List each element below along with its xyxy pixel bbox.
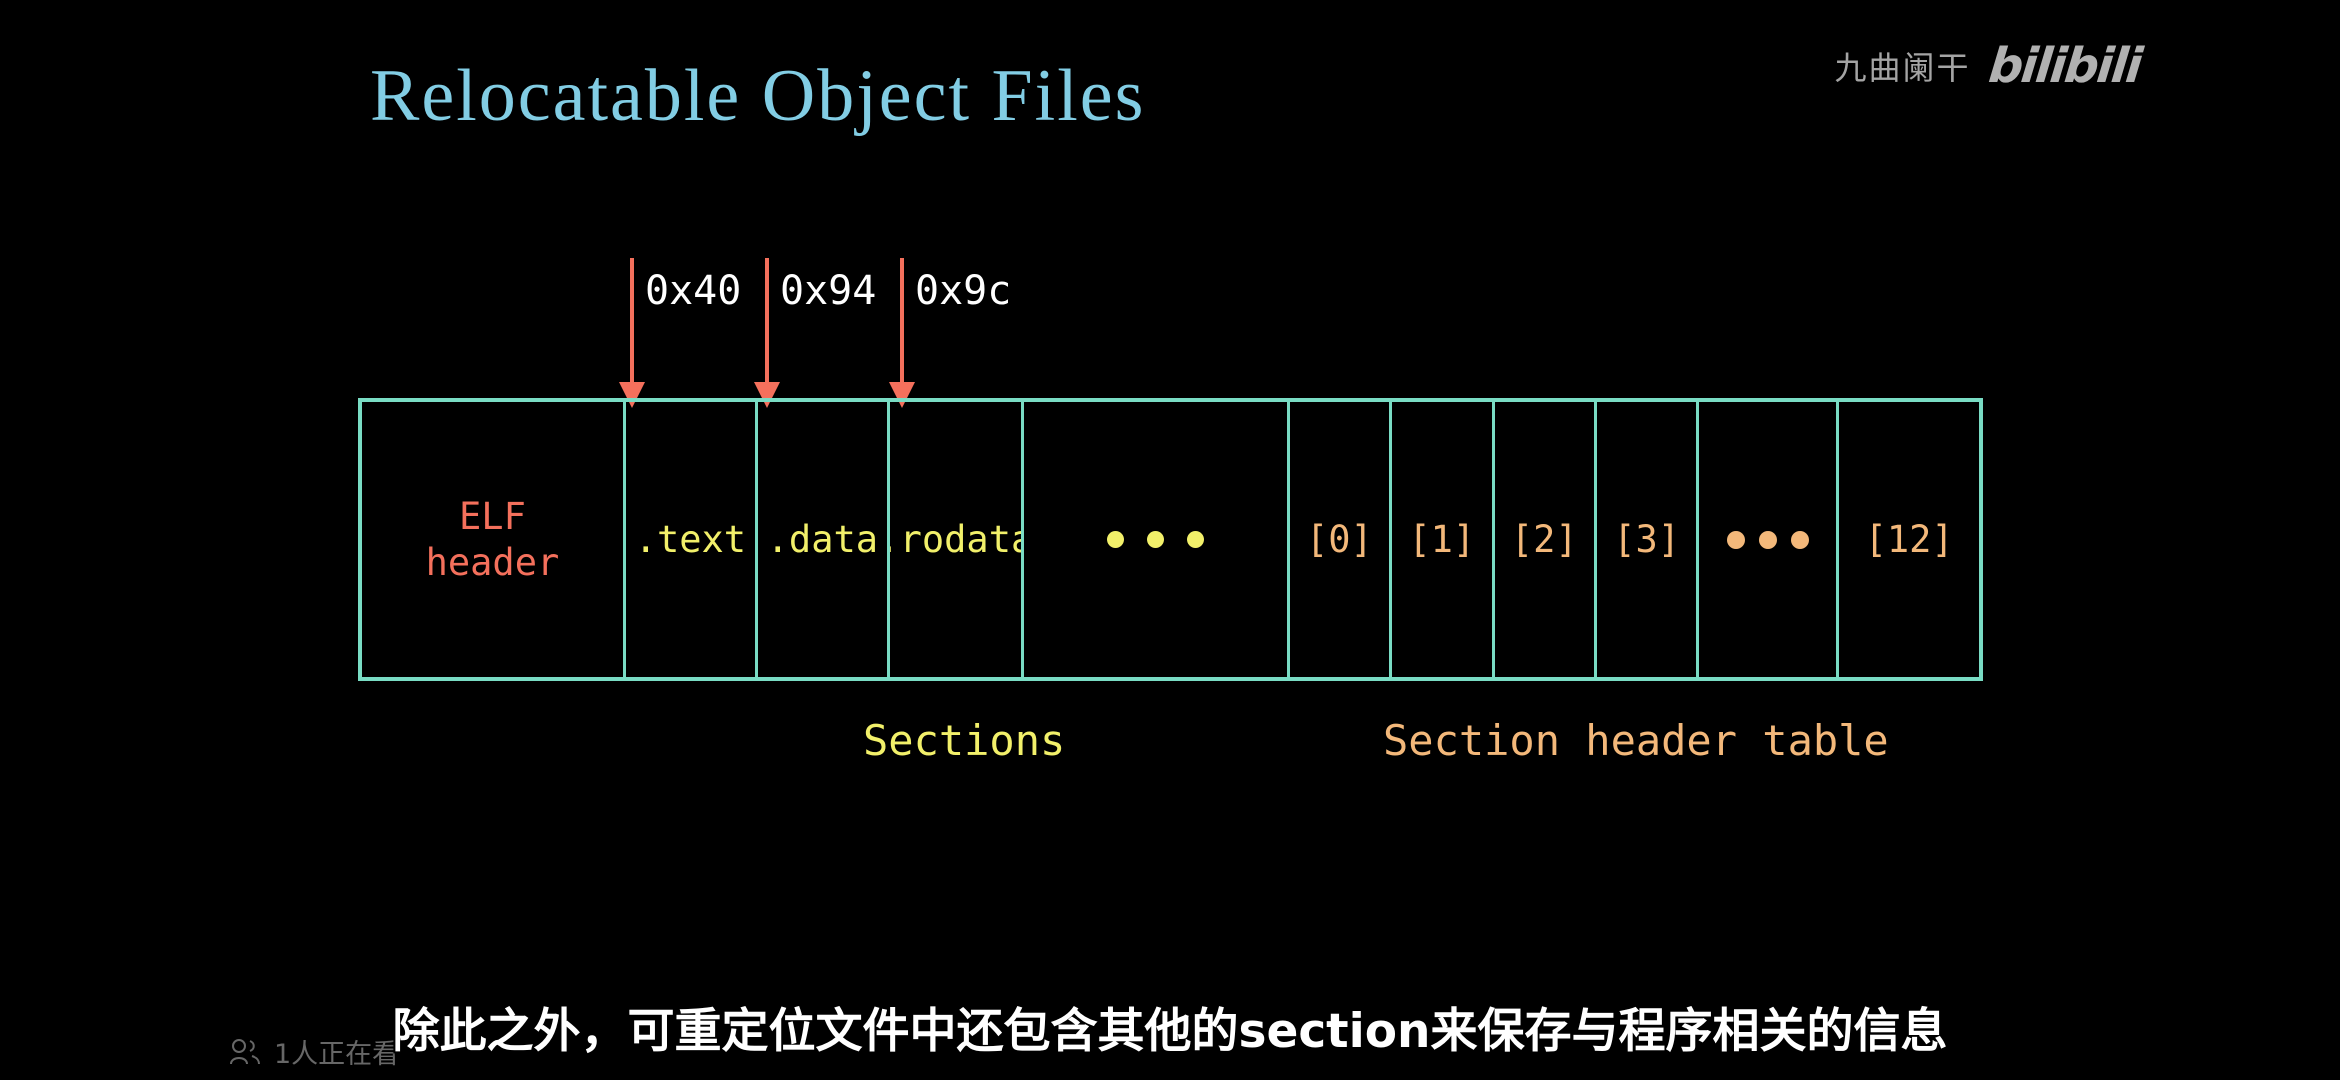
arrow-shaft [900,258,904,386]
section-label-text: .text [634,517,747,561]
offset-label-2: 0x9c [915,268,1012,314]
section-label-rodata: .rodata [890,517,1021,561]
cell-shtable-entry-12: [12] [1839,402,1979,677]
shtable-label-3: [3] [1613,517,1681,561]
shtable-label-2: [2] [1510,517,1578,561]
cell-section-data: .data [758,402,890,677]
dot-icon [1758,530,1777,549]
arrow-shaft [630,258,634,386]
shtable-label-1: [1] [1408,517,1476,561]
bilibili-watermark: 九曲阑干 bilibili [1834,38,2143,94]
offset-arrow-0x94 [754,258,780,408]
section-label-data: .data [766,517,879,561]
relocatable-object-file-diagram: ELF header .text .data .rodata [0] [1] [… [358,398,1983,681]
cell-shtable-ellipsis [1699,402,1840,677]
page-title: Relocatable Object Files [370,55,1146,137]
bilibili-logo: bilibili [1985,38,2143,94]
dot-icon [1106,531,1124,548]
offset-arrow-0x9c [889,258,915,408]
dot-icon [1726,530,1745,549]
cell-shtable-entry-2: [2] [1495,402,1597,677]
shtable-label-0: [0] [1305,517,1373,561]
ellipsis-dots-icon [1726,530,1809,549]
dot-icon [1790,530,1809,549]
offset-arrow-0x40 [619,258,645,408]
dot-icon [1146,531,1164,548]
dot-icon [1186,531,1204,548]
offset-label-1: 0x94 [780,268,877,314]
subtitle-caption: 除此之外，可重定位文件中还包含其他的section来保存与程序相关的信息 [392,1004,1948,1059]
cell-elf-header: ELF header [362,402,626,677]
cell-shtable-entry-3: [3] [1597,402,1700,677]
shtable-label-12: [12] [1864,517,1954,561]
cell-section-rodata: .rodata [890,402,1024,677]
cell-section-text: .text [626,402,758,677]
arrow-shaft [765,258,769,386]
cell-section-ellipsis [1024,402,1290,677]
cell-shtable-entry-1: [1] [1392,402,1495,677]
watermark-channel-name: 九曲阑干 [1834,49,1971,87]
caption-section-header-table: Section header table [1383,716,1889,765]
offset-label-0: 0x40 [645,268,742,314]
caption-sections: Sections [863,716,1066,765]
cell-shtable-entry-0: [0] [1290,402,1393,677]
ellipsis-dots-icon [1106,531,1204,548]
elf-header-label: ELF header [425,495,560,584]
